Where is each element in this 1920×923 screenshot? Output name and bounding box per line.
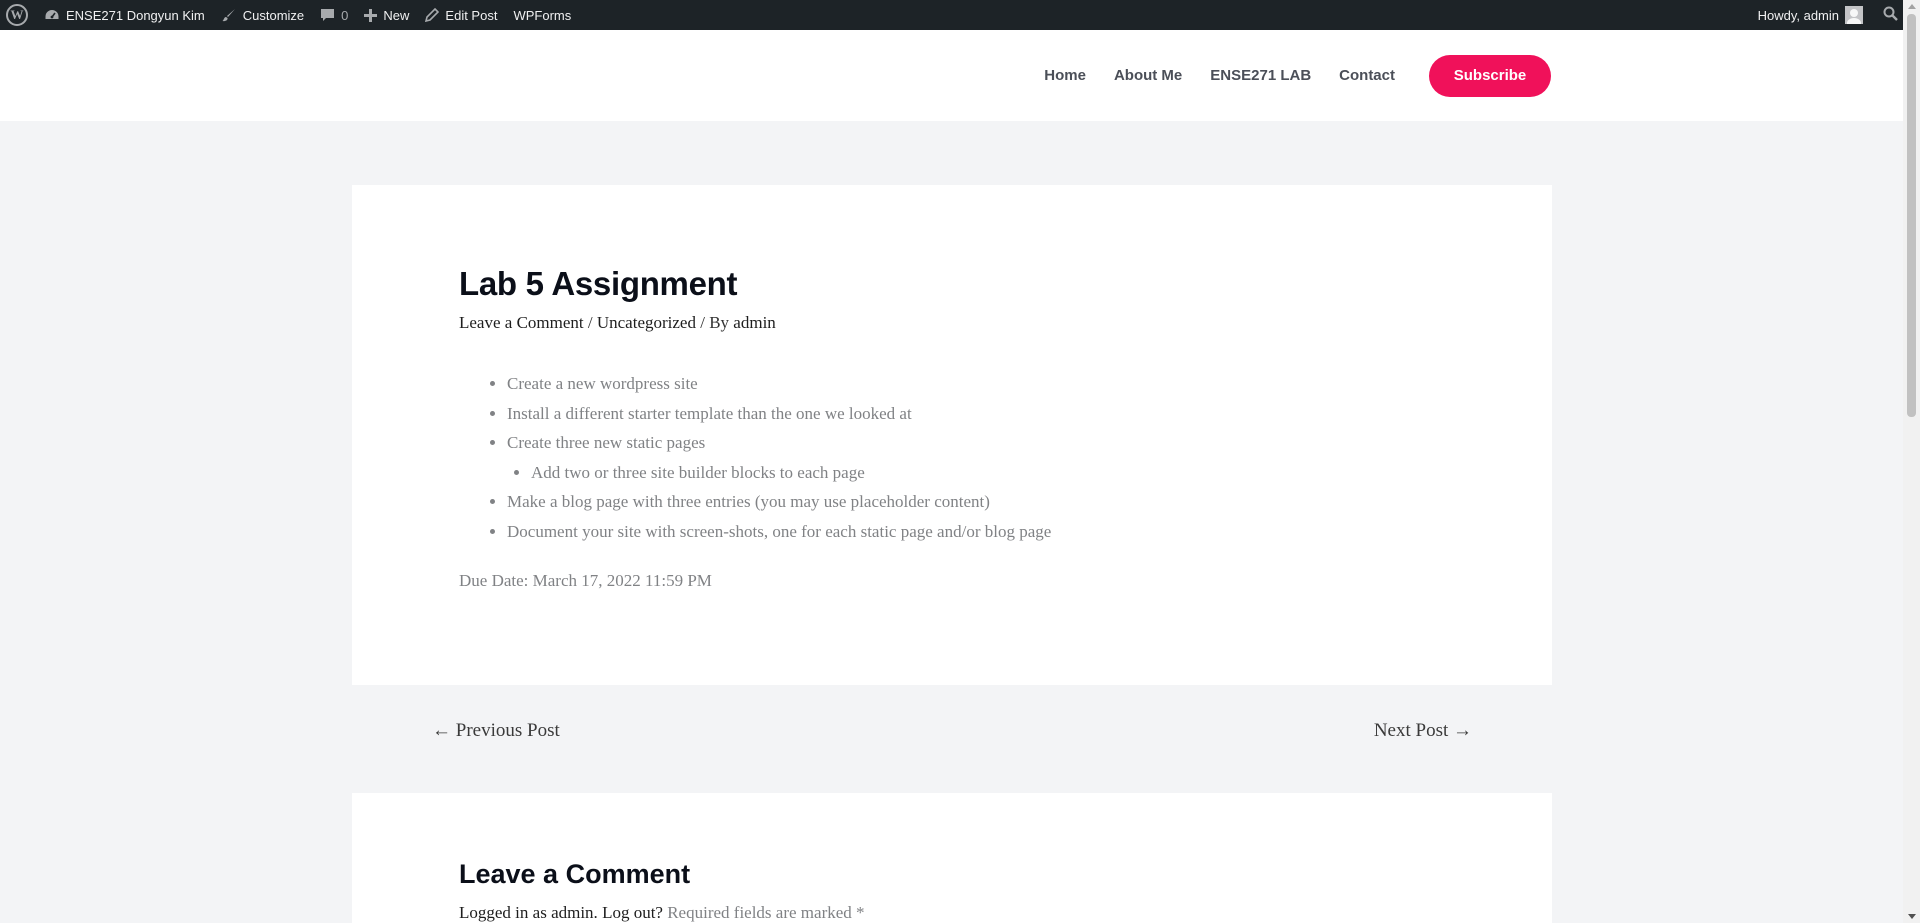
leave-comment-link[interactable]: Leave a Comment: [459, 313, 584, 332]
list-item: Create three new static pages Add two or…: [507, 428, 1051, 487]
log-out-link[interactable]: Log out?: [602, 903, 663, 922]
list-item: Add two or three site builder blocks to …: [531, 458, 1051, 488]
meta-separator: /: [583, 313, 597, 332]
scroll-down-arrow-icon[interactable]: [1908, 914, 1916, 919]
site-header: Home About Me ENSE271 LAB Contact Subscr…: [0, 30, 1903, 121]
comments-link[interactable]: 0: [312, 0, 356, 30]
task-list: Create a new wordpress site Install a di…: [507, 369, 1051, 547]
nav-item-ense271-lab[interactable]: ENSE271 LAB: [1210, 67, 1311, 84]
customize-link[interactable]: Customize: [213, 0, 312, 30]
post-meta: Leave a Comment / Uncategorized / By adm…: [459, 313, 776, 333]
edit-post-label: Edit Post: [445, 7, 498, 23]
plus-icon: [364, 8, 378, 22]
page-scrollbar[interactable]: [1903, 0, 1920, 923]
pencil-icon: [425, 8, 440, 22]
howdy-label: Howdy, admin: [1757, 7, 1839, 23]
scroll-up-arrow-icon[interactable]: [1908, 4, 1916, 9]
comments-section: Leave a Comment Logged in as admin. Log …: [352, 793, 1552, 923]
wpforms-label: WPForms: [513, 7, 572, 23]
site-name-link[interactable]: ENSE271 Dongyun Kim: [36, 0, 213, 30]
avatar: [1845, 6, 1863, 24]
search-icon: [1883, 6, 1898, 24]
subscribe-button[interactable]: Subscribe: [1429, 54, 1551, 97]
post-content: Create a new wordpress site Install a di…: [459, 369, 1051, 547]
required-fields-note: Required fields are marked *: [667, 903, 865, 922]
comments-count: 0: [341, 7, 349, 23]
primary-navigation: Home About Me ENSE271 LAB Contact Subscr…: [1016, 30, 1551, 121]
site-name-label: ENSE271 Dongyun Kim: [66, 7, 205, 23]
wordpress-logo-icon: W: [6, 4, 28, 26]
category-link[interactable]: Uncategorized: [597, 313, 696, 332]
list-item: Make a blog page with three entries (you…: [507, 487, 1051, 517]
list-item-text: Create three new static pages: [507, 433, 706, 453]
wordpress-logo-button[interactable]: W: [0, 0, 36, 30]
author-link[interactable]: admin: [733, 313, 776, 332]
page-title: Lab 5 Assignment: [459, 265, 738, 302]
dashboard-icon: [44, 8, 60, 22]
previous-post-link[interactable]: ← Previous Post: [432, 720, 560, 742]
list-item: Install a different starter template tha…: [507, 399, 1051, 429]
next-post-link[interactable]: Next Post →: [1374, 720, 1472, 742]
admin-bar-right: Howdy, admin: [1750, 0, 1920, 30]
sub-task-list: Add two or three site builder blocks to …: [531, 458, 1051, 488]
scrollbar-thumb[interactable]: [1907, 14, 1916, 417]
logged-in-as: Logged in as admin. Log out? Required fi…: [459, 903, 865, 923]
new-content-link[interactable]: New: [356, 0, 417, 30]
list-item: Create a new wordpress site: [507, 369, 1051, 399]
nav-item-about-me[interactable]: About Me: [1114, 67, 1182, 84]
post-article: Lab 5 Assignment Leave a Comment / Uncat…: [352, 185, 1552, 685]
logged-in-label: Logged in as admin.: [459, 903, 598, 922]
new-label: New: [383, 7, 410, 23]
my-account-link[interactable]: Howdy, admin: [1750, 0, 1871, 30]
wpforms-link[interactable]: WPForms: [505, 0, 579, 30]
edit-post-link[interactable]: Edit Post: [417, 0, 505, 30]
customize-label: Customize: [242, 7, 305, 23]
post-navigation: ← Previous Post Next Post →: [352, 720, 1552, 755]
comment-bubble-icon: [320, 8, 335, 23]
paintbrush-icon: [221, 7, 237, 23]
meta-by: / By: [695, 313, 734, 332]
nav-item-contact[interactable]: Contact: [1339, 67, 1395, 84]
due-date: Due Date: March 17, 2022 11:59 PM: [459, 571, 712, 590]
comments-title: Leave a Comment: [459, 859, 691, 889]
list-item: Document your site with screen-shots, on…: [507, 517, 1051, 547]
nav-item-home[interactable]: Home: [1044, 67, 1086, 84]
admin-bar: W ENSE271 Dongyun Kim Customize 0 New Ed…: [0, 0, 1920, 30]
